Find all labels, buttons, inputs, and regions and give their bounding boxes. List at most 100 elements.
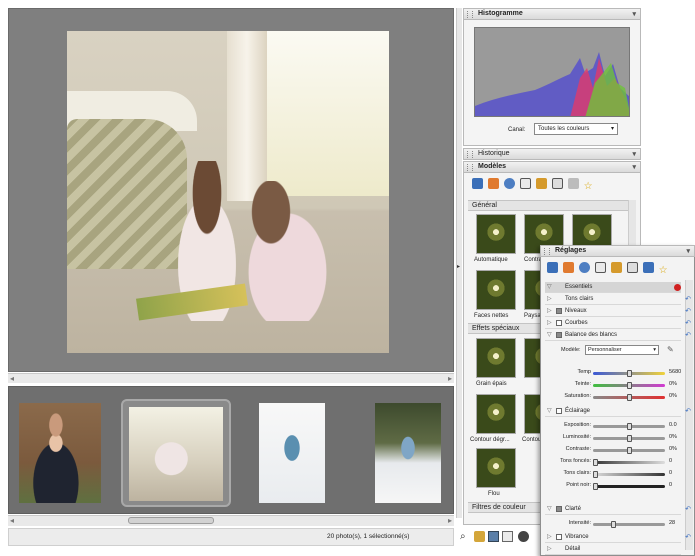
row-niveaux[interactable]: ▷ Niveaux ↶ (545, 306, 691, 317)
preset-flou[interactable] (476, 448, 516, 488)
row-tons-clairs[interactable]: ▷ Tons clairs ↶ (545, 294, 691, 305)
slider-luminosite[interactable]: Luminosité: 0% (545, 433, 681, 443)
undo-icon[interactable]: ↶ (685, 532, 691, 543)
eyedropper-icon[interactable]: ✎ (667, 345, 674, 354)
courbes-checkbox[interactable] (556, 320, 562, 326)
row-courbes[interactable]: ▷ Courbes ↶ (545, 318, 691, 329)
undo-icon[interactable]: ↶ (685, 504, 691, 515)
history-header[interactable]: Historique ▾ (463, 148, 641, 160)
preset-faces-nettes-label: Faces nettes (474, 313, 509, 319)
preset-automatique[interactable] (476, 214, 516, 254)
pencil-icon[interactable] (487, 178, 499, 189)
preview-horizontal-scrollbar[interactable]: ◂ ▸ (8, 373, 454, 383)
star-icon[interactable]: ☆ (584, 182, 595, 193)
row-balance-blancs[interactable]: ▽ Balance des blancs ↶ (545, 330, 691, 341)
adj-star-icon[interactable]: ☆ (659, 266, 670, 277)
slider-knob[interactable] (611, 521, 616, 528)
single-view-icon[interactable] (488, 531, 499, 542)
thumbnail-1[interactable] (19, 403, 101, 503)
filmstrip-scroll-thumb[interactable] (128, 517, 214, 524)
models-header[interactable]: Modèles ▾ (463, 161, 641, 173)
save-icon[interactable] (567, 178, 579, 189)
filmstrip-scrollbar[interactable]: ◂ ▸ (8, 515, 454, 526)
slider-tons-fonces[interactable]: Tons foncés: 0 (545, 457, 681, 467)
undo-icon[interactable]: ↶ (685, 306, 691, 317)
panel-divider[interactable]: ▸ (456, 8, 462, 518)
slider-knob[interactable] (627, 394, 632, 401)
grid-view-icon[interactable] (502, 531, 513, 542)
adj-save-icon[interactable] (642, 262, 654, 273)
slider-knob[interactable] (593, 483, 598, 490)
slider-knob[interactable] (593, 471, 598, 478)
preset-contour-label: Contou (522, 437, 542, 443)
zoom-icon[interactable]: ⌕ (460, 531, 466, 542)
history-menu-icon[interactable]: ▾ (632, 150, 636, 160)
slider-knob[interactable] (627, 370, 632, 377)
adj-eye-icon[interactable] (547, 262, 558, 273)
slider-contraste[interactable]: Contraste: 0% (545, 445, 681, 455)
adj-crop-icon[interactable] (594, 262, 606, 273)
preset-faces-nettes[interactable] (476, 270, 516, 310)
row-detail[interactable]: ▷ Détail (545, 544, 681, 555)
color-icon[interactable] (503, 178, 515, 189)
slider-tons-clairs[interactable]: Tons clairs: 0 (545, 469, 681, 479)
undo-icon[interactable]: ↶ (685, 330, 691, 341)
preset-contour-degrade[interactable] (476, 394, 516, 434)
slider-knob[interactable] (627, 382, 632, 389)
row-vibrance[interactable]: ▷ Vibrance ↶ (545, 532, 691, 543)
reset-all-icon[interactable] (674, 284, 681, 291)
thumbnail-2-selected[interactable] (121, 399, 231, 507)
row-essentiels[interactable]: ▽ Essentiels (545, 282, 681, 293)
niveaux-checkbox[interactable] (556, 308, 562, 314)
adj-color-icon[interactable] (578, 262, 590, 273)
undo-icon[interactable]: ↶ (685, 294, 691, 305)
slider-temp[interactable]: Temp 5680 (545, 368, 681, 378)
slider-knob[interactable] (627, 447, 632, 454)
adj-levels-icon[interactable] (626, 262, 638, 273)
eclairage-checkbox[interactable] (556, 408, 562, 414)
row-clarte[interactable]: ▽ Clarté ↶ (545, 504, 691, 515)
crop-icon[interactable] (519, 178, 531, 189)
levels-icon[interactable] (551, 178, 563, 189)
channel-select[interactable]: Toutes les couleurs ▾ (534, 123, 618, 135)
strip-scroll-right-icon[interactable]: ▸ (448, 516, 452, 525)
model-label: Modèle: (561, 347, 581, 353)
model-select[interactable]: Personnaliser ▾ (585, 345, 659, 355)
adj-pencil-icon[interactable] (562, 262, 574, 273)
section-general[interactable]: Général (468, 200, 628, 211)
undo-icon[interactable]: ↶ (685, 318, 691, 329)
circle-button-icon[interactable] (518, 531, 529, 542)
strip-scroll-left-icon[interactable]: ◂ (10, 516, 14, 525)
undo-icon[interactable]: ↶ (685, 406, 691, 417)
photo-preview-area[interactable] (8, 8, 454, 372)
clarte-checkbox[interactable] (556, 506, 562, 512)
thumbnail-4[interactable] (375, 403, 441, 503)
eye-icon[interactable] (472, 178, 483, 189)
slider-knob[interactable] (593, 459, 598, 466)
adj-brush-icon[interactable] (610, 262, 622, 273)
slider-knob[interactable] (627, 435, 632, 442)
collapse-arrow-icon[interactable]: ▸ (457, 263, 460, 270)
scroll-left-icon[interactable]: ◂ (10, 374, 14, 383)
histogram-header[interactable]: Histogramme ▾ (463, 8, 641, 20)
models-menu-icon[interactable]: ▾ (632, 163, 636, 173)
adjustments-title: Réglages (555, 247, 587, 254)
vibrance-checkbox[interactable] (556, 534, 562, 540)
panel-menu-icon[interactable]: ▾ (632, 10, 636, 20)
slider-intensite[interactable]: Intensité: 28 (545, 519, 681, 529)
row-eclairage[interactable]: ▽ Éclairage ↶ (545, 406, 691, 417)
scroll-right-icon[interactable]: ▸ (448, 374, 452, 383)
slider-exposition[interactable]: Exposition: 0.0 (545, 421, 681, 431)
preset-grain-epais[interactable] (476, 338, 516, 378)
thumbnail-3[interactable] (259, 403, 325, 503)
hand-tool-icon[interactable] (474, 531, 485, 542)
slider-teinte[interactable]: Teinte: 0% (545, 380, 681, 390)
balance-checkbox[interactable] (556, 332, 562, 338)
brush-icon[interactable] (535, 178, 547, 189)
slider-saturation[interactable]: Saturation: 0% (545, 392, 681, 402)
adjustments-header[interactable]: Réglages ▾ (540, 245, 695, 257)
slider-knob[interactable] (627, 423, 632, 430)
filmstrip[interactable] (8, 386, 454, 514)
slider-point-noir[interactable]: Point noir: 0 (545, 481, 681, 491)
adjustments-menu-icon[interactable]: ▾ (686, 247, 690, 257)
